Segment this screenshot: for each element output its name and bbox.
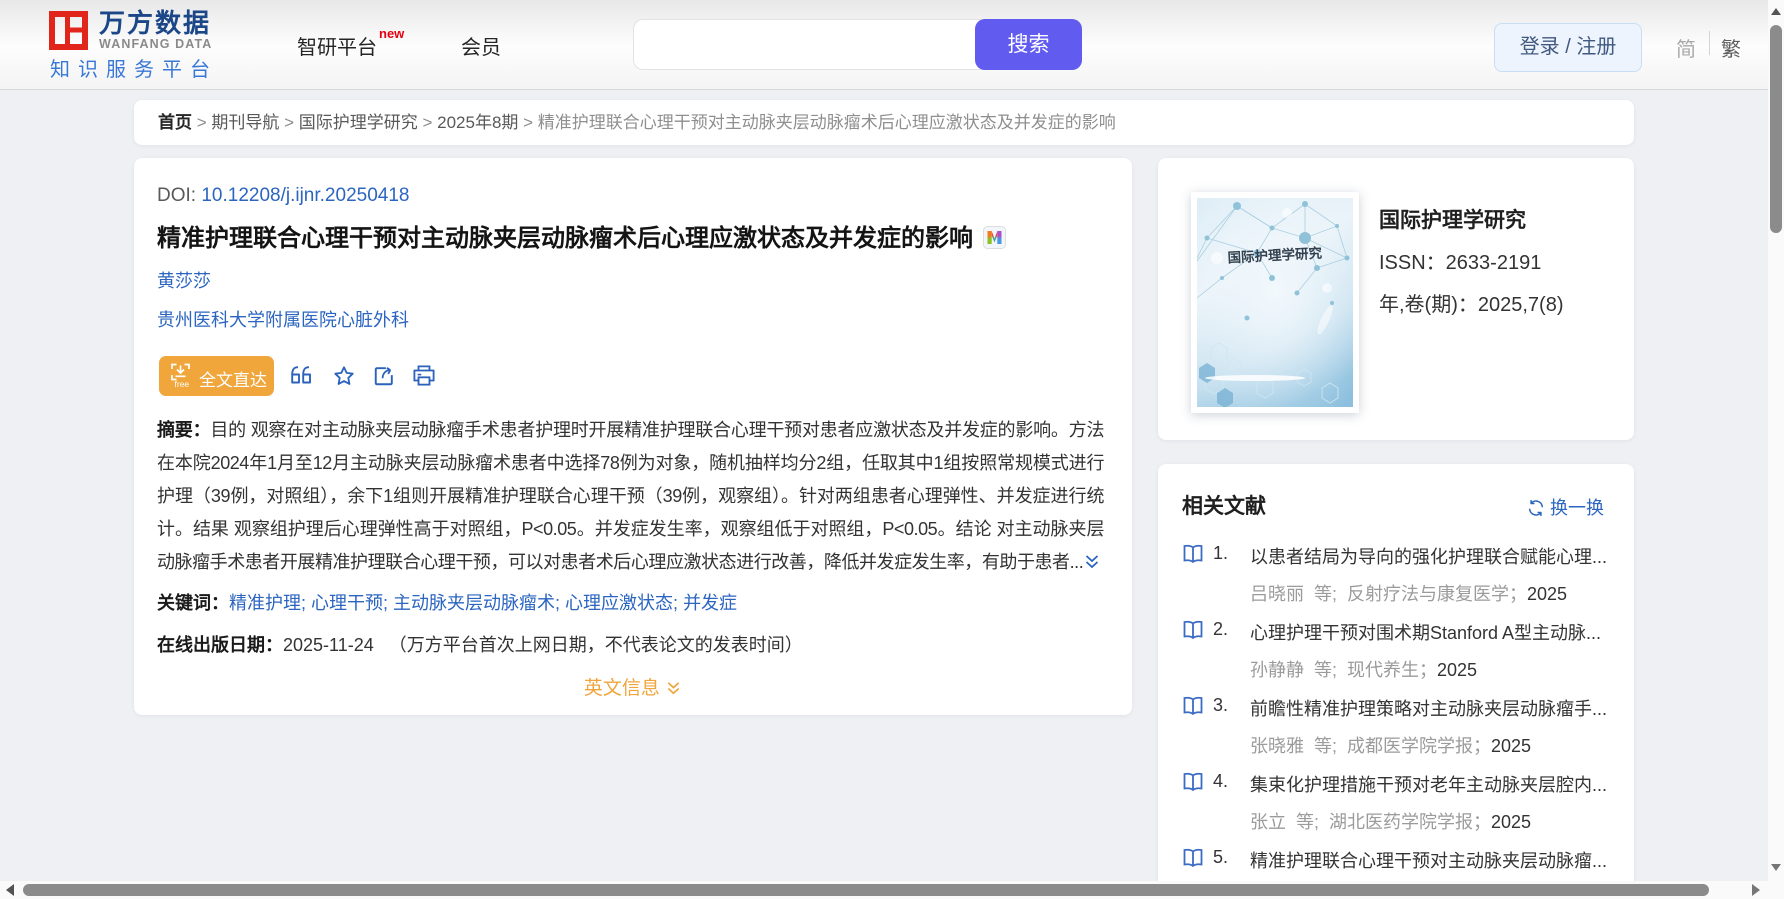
svg-text:free: free [175, 379, 190, 389]
